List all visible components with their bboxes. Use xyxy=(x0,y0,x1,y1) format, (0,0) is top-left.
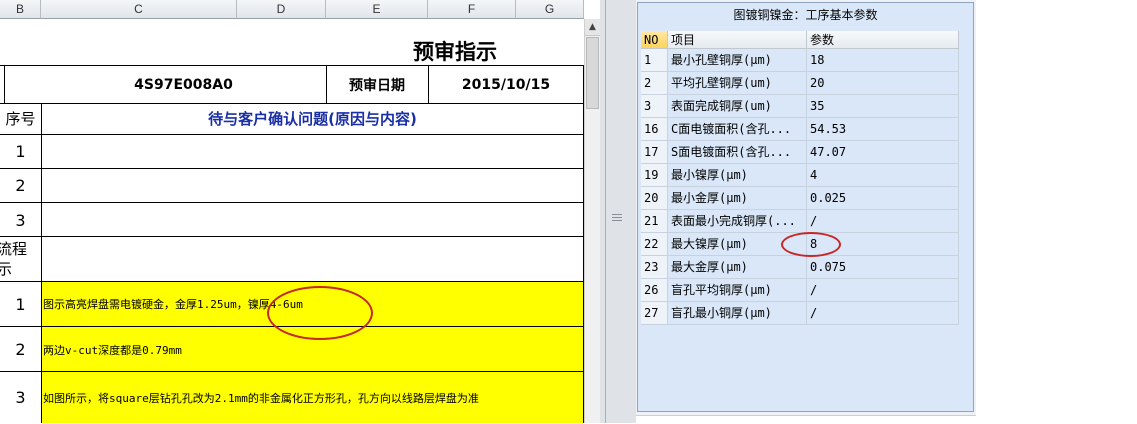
row-value-cell[interactable]: 0.025 xyxy=(807,187,959,210)
parameter-row[interactable]: 19 最小镍厚(μm) 4 xyxy=(641,164,959,187)
row-number-cell: 1 xyxy=(641,49,668,72)
row-number-cell: 21 xyxy=(641,210,668,233)
seq-header: 序号 xyxy=(5,110,36,128)
splitter-grip-icon[interactable] xyxy=(612,214,622,222)
review-date-label: 预审日期 xyxy=(349,77,405,94)
row-value-cell[interactable]: 4 xyxy=(807,164,959,187)
row-value-cell[interactable]: / xyxy=(807,210,959,233)
spreadsheet[interactable]: B C D E F G 预审指示 4S97E008A0 预审日期 2015/10… xyxy=(0,0,600,423)
issue-row-number: 3 xyxy=(15,210,26,230)
pane-splitter[interactable] xyxy=(600,0,636,423)
parameter-row[interactable]: 17 S面电镀面积(含孔... 47.07 xyxy=(641,141,959,164)
grid-line xyxy=(0,281,584,282)
parameter-frame: 图镀铜镍金：工序基本参数 NO 项目 参数 1 最小孔壁铜厚(μm) 18 2 平均孔壁… xyxy=(637,2,974,412)
parameter-row[interactable]: 20 最小金厚(μm) 0.025 xyxy=(641,187,959,210)
grid-line xyxy=(0,134,584,135)
row-value-cell[interactable]: / xyxy=(807,279,959,302)
instruction-number: 2 xyxy=(15,340,26,359)
grid-line xyxy=(428,65,429,103)
grid-line xyxy=(41,103,42,423)
row-value-cell[interactable]: 20 xyxy=(807,72,959,95)
panel-title: 图镀铜镍金：工序基本参数 xyxy=(733,8,878,22)
grid-line xyxy=(326,65,327,103)
column-header-c[interactable]: C xyxy=(41,0,237,19)
row-value-cell[interactable]: 54.53 xyxy=(807,118,959,141)
flow-label: 流程 示 xyxy=(0,240,28,278)
row-number-cell: 19 xyxy=(641,164,668,187)
row-number-cell: 27 xyxy=(641,302,668,325)
vertical-scrollbar[interactable]: ▲ xyxy=(584,19,600,423)
scroll-up-icon[interactable]: ▲ xyxy=(585,19,600,36)
grid-line xyxy=(0,65,584,66)
row-item-cell: 最小孔壁铜厚(μm) xyxy=(668,49,807,72)
column-header-d[interactable]: D xyxy=(237,0,326,19)
instruction-text[interactable]: 如图所示，将square层钻孔孔改为2.1mm的非金属化正方形孔，孔方向以线路层… xyxy=(41,372,584,423)
issue-row-content[interactable] xyxy=(41,203,584,237)
issues-header: 待与客户确认问题(原因与内容) xyxy=(208,110,417,128)
sheet-title: 预审指示 xyxy=(413,40,497,64)
row-item-cell: 平均孔壁铜厚(um) xyxy=(668,72,807,95)
grid-line xyxy=(0,168,584,169)
issue-row-number: 1 xyxy=(15,141,26,161)
row-number-cell: 26 xyxy=(641,279,668,302)
parameter-row[interactable]: 23 最大金厚(μm) 0.075 xyxy=(641,256,959,279)
row-item-cell: 最大金厚(μm) xyxy=(668,256,807,279)
annotation-ellipse xyxy=(781,232,841,257)
row-value-cell[interactable]: 35 xyxy=(807,95,959,118)
splitter-edge xyxy=(605,0,606,423)
column-header-b[interactable]: B xyxy=(0,0,41,19)
column-header-f[interactable]: F xyxy=(428,0,516,19)
column-header-g[interactable]: G xyxy=(516,0,584,19)
row-number-cell: 20 xyxy=(641,187,668,210)
row-item-cell: 最小金厚(μm) xyxy=(668,187,807,210)
row-number-cell: 16 xyxy=(641,118,668,141)
instruction-number: 1 xyxy=(15,294,26,314)
grid-line xyxy=(0,371,584,372)
grid-line xyxy=(0,103,584,104)
grid-line xyxy=(0,202,584,203)
scroll-thumb[interactable] xyxy=(586,37,599,109)
issue-row-content[interactable] xyxy=(41,134,584,168)
column-header-item[interactable]: 项目 xyxy=(668,31,807,49)
parameter-row[interactable]: 3 表面完成铜厚(um) 35 xyxy=(641,95,959,118)
parameter-row[interactable]: 21 表面最小完成铜厚(... / xyxy=(641,210,959,233)
row-item-cell: 表面最小完成铜厚(... xyxy=(668,210,807,233)
column-header-param[interactable]: 参数 xyxy=(807,31,959,49)
grid-line xyxy=(4,65,5,103)
parameter-row[interactable]: 1 最小孔壁铜厚(μm) 18 xyxy=(641,49,959,72)
row-value-cell[interactable]: 0.075 xyxy=(807,256,959,279)
row-value-cell[interactable]: 47.07 xyxy=(807,141,959,164)
parameter-row[interactable]: 27 盲孔最小铜厚(μm) / xyxy=(641,302,959,325)
review-date-value[interactable]: 2015/10/15 xyxy=(428,66,584,103)
parameter-row[interactable]: 2 平均孔壁铜厚(um) 20 xyxy=(641,72,959,95)
row-item-cell: 盲孔最小铜厚(μm) xyxy=(668,302,807,325)
parameter-row[interactable]: 26 盲孔平均铜厚(μm) / xyxy=(641,279,959,302)
annotation-ellipse xyxy=(267,286,373,340)
column-header-e[interactable]: E xyxy=(326,0,428,19)
row-item-cell: 盲孔平均铜厚(μm) xyxy=(668,279,807,302)
row-number-cell: 17 xyxy=(641,141,668,164)
part-number[interactable]: 4S97E008A0 xyxy=(41,66,326,103)
row-number-cell: 3 xyxy=(641,95,668,118)
row-value-cell[interactable]: / xyxy=(807,302,959,325)
row-item-cell: S面电镀面积(含孔... xyxy=(668,141,807,164)
row-item-cell: 表面完成铜厚(um) xyxy=(668,95,807,118)
issue-row-number: 2 xyxy=(15,176,26,195)
row-item-cell: C面电镀面积(含孔... xyxy=(668,118,807,141)
grid-line xyxy=(0,236,584,237)
instruction-number: 3 xyxy=(15,388,26,407)
row-number-cell: 2 xyxy=(641,72,668,95)
row-value-cell[interactable]: 18 xyxy=(807,49,959,72)
parameter-panel: 图镀铜镍金：工序基本参数 NO 项目 参数 1 最小孔壁铜厚(μm) 18 2 平均孔壁… xyxy=(636,0,976,424)
issue-row-content[interactable] xyxy=(41,168,584,203)
row-number-cell: 23 xyxy=(641,256,668,279)
column-header-no[interactable]: NO xyxy=(641,31,668,49)
row-number-cell: 22 xyxy=(641,233,668,256)
row-item-cell: 最小镍厚(μm) xyxy=(668,164,807,187)
parameter-row[interactable]: 16 C面电镀面积(含孔... 54.53 xyxy=(641,118,959,141)
